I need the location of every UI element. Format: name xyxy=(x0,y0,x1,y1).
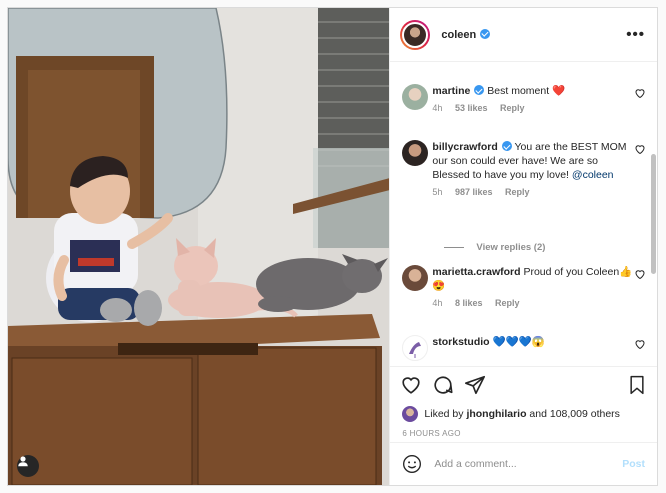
post-side-panel: coleen ••• martine Best moment ❤️ 4h 53 … xyxy=(389,8,657,485)
comment-item: marietta.crawford Proud of you Coleen👍😍 … xyxy=(402,265,645,308)
comment-likes[interactable]: 53 likes xyxy=(455,103,488,113)
user-tag-button[interactable] xyxy=(17,455,39,477)
reply-button[interactable]: Reply xyxy=(495,298,520,308)
comment-item: billycrawford You are the BEST MOM our s… xyxy=(402,140,645,197)
emoji-icon[interactable] xyxy=(402,454,422,474)
comment-meta: 4h 53 likes Reply xyxy=(432,103,634,113)
author-username-text[interactable]: coleen xyxy=(441,29,476,41)
comment-like-heart-icon[interactable] xyxy=(634,268,646,280)
post-timestamp[interactable]: 6 HOURS AGO xyxy=(390,426,657,442)
comment-icon[interactable] xyxy=(432,374,454,396)
likes-summary: Liked by jhonghilario and 108,009 others xyxy=(390,402,657,426)
comment-likes[interactable]: 8 likes xyxy=(455,298,483,308)
photo-illustration xyxy=(8,8,390,485)
reply-button[interactable]: Reply xyxy=(500,103,525,113)
liker-username[interactable]: jhonghilario xyxy=(466,408,526,420)
comment-text: 💙💙💙😱 xyxy=(492,336,545,348)
post-header: coleen ••• xyxy=(390,8,657,62)
post-comment-button[interactable]: Post xyxy=(622,458,645,470)
commenter-username[interactable]: martine xyxy=(432,85,470,97)
comment-time: 5h xyxy=(432,187,443,197)
commenter-username[interactable]: billycrawford xyxy=(432,141,497,153)
view-replies-button[interactable]: View replies (2) xyxy=(444,242,545,253)
comment-text-row: martine Best moment ❤️ xyxy=(432,84,634,98)
bookmark-icon[interactable] xyxy=(627,374,647,396)
comments-scrollbar[interactable] xyxy=(651,154,656,274)
commenter-username[interactable]: storkstudio xyxy=(432,336,489,348)
likes-text: Liked by jhonghilario and 108,009 others xyxy=(424,408,620,420)
commenter-avatar[interactable] xyxy=(402,140,429,166)
comment-text-row: marietta.crawford Proud of you Coleen👍😍 xyxy=(432,265,634,293)
comments-list[interactable]: martine Best moment ❤️ 4h 53 likes Reply… xyxy=(390,62,657,366)
verified-icon xyxy=(480,28,491,39)
post-actions xyxy=(390,366,657,402)
add-comment-bar: Post xyxy=(390,442,657,485)
author-avatar[interactable] xyxy=(400,19,431,50)
post-photo[interactable] xyxy=(8,8,390,485)
liker-avatar[interactable] xyxy=(402,406,419,422)
comment-text-row: billycrawford You are the BEST MOM our s… xyxy=(432,140,634,182)
verified-icon xyxy=(501,141,512,151)
comment-meta: 4h 8 likes Reply xyxy=(432,298,634,308)
author-username[interactable]: coleen xyxy=(441,28,491,41)
comment-meta: 5h 987 likes Reply xyxy=(432,187,634,197)
comment-like-heart-icon[interactable] xyxy=(634,143,646,155)
stork-logo-icon xyxy=(409,342,422,358)
comment-item: martine Best moment ❤️ 4h 53 likes Reply xyxy=(402,84,645,113)
comment-time: 4h xyxy=(432,298,443,308)
comment-item: storkstudio 💙💙💙😱 xyxy=(402,335,645,361)
comment-text: Best moment ❤️ xyxy=(487,85,566,97)
user-tag-icon xyxy=(18,456,28,467)
commenter-avatar[interactable] xyxy=(402,265,429,291)
comment-time: 4h xyxy=(432,103,443,113)
share-icon[interactable] xyxy=(464,374,486,396)
reply-button[interactable]: Reply xyxy=(505,187,530,197)
comment-like-heart-icon[interactable] xyxy=(634,87,646,99)
comment-likes[interactable]: 987 likes xyxy=(455,187,493,197)
commenter-username[interactable]: marietta.crawford xyxy=(432,266,520,278)
heart-icon[interactable] xyxy=(400,374,422,396)
likes-prefix: Liked by xyxy=(424,408,467,420)
instagram-post: coleen ••• martine Best moment ❤️ 4h 53 … xyxy=(7,7,658,486)
comment-mention[interactable]: @coleen xyxy=(572,169,614,181)
likes-suffix[interactable]: and 108,009 others xyxy=(527,408,620,420)
comment-like-heart-icon[interactable] xyxy=(634,338,646,350)
add-comment-input[interactable] xyxy=(434,458,623,470)
more-icon[interactable]: ••• xyxy=(626,26,645,43)
commenter-avatar[interactable] xyxy=(402,84,429,110)
verified-icon xyxy=(474,85,485,95)
commenter-avatar[interactable] xyxy=(402,335,429,361)
comment-text-row: storkstudio 💙💙💙😱 xyxy=(432,335,634,349)
